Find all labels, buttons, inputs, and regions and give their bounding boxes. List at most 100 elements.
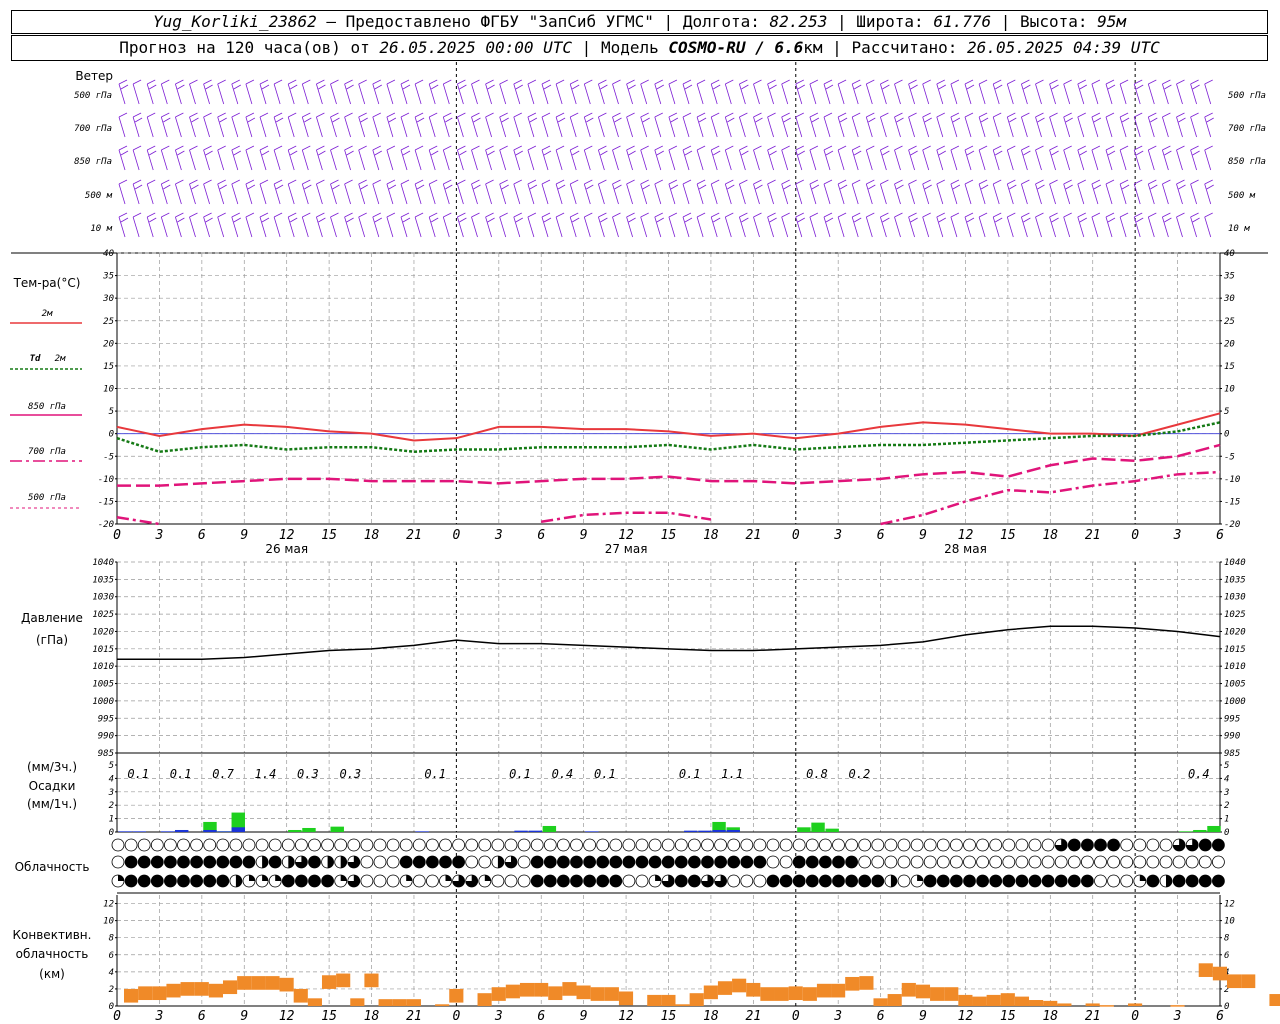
wind-barb-feather [696,145,706,151]
wind-barb-feather [344,112,353,118]
wind-barb [654,183,662,205]
wind-barb [865,216,873,238]
wind-barb-feather [416,117,425,123]
wind-barb-feather [386,212,396,218]
cloud-cover-circle [897,874,911,888]
wind-barb-feather [499,79,508,85]
conv-x-tick: 6 [198,1009,206,1024]
wind-barb [978,216,986,238]
conv-x-tick: 3 [155,1009,164,1024]
wind-barb-feather [471,79,480,85]
wind-barb-feather [950,112,960,118]
wind-barb-feather [1107,150,1116,156]
wind-barb-feather [1204,112,1213,118]
wind-barb-feather [654,79,663,85]
wind-barb-feather [557,117,566,123]
temp-tick-right: 15 [1224,362,1235,372]
wind-barb [541,116,549,138]
cloud-cover-circle [845,874,858,888]
wind-barb-feather [1204,179,1213,185]
wind-barb [400,183,408,205]
wind-barb [908,183,915,205]
cloud-cover-circle [871,874,885,888]
wind-barb-feather [1119,179,1129,185]
cloud-cover-circle [805,855,819,869]
conv-x-tick: 18 [364,1009,380,1024]
wind-barb-feather [612,179,621,185]
wind-barb-feather [1077,112,1086,118]
wind-barb-feather [1148,112,1157,118]
cloud-cover-circle [491,874,505,888]
wind-barb-feather [882,84,890,90]
convective-bar [604,987,619,1001]
wind-barb-feather [795,145,804,151]
cloud-cover-fill [406,875,413,881]
wind-barb-feather [529,184,538,190]
wind-barb-feather [555,179,565,185]
wind-barb-feather [725,179,734,185]
wind-barb-feather [1077,79,1086,85]
wind-barb [781,216,789,238]
cloud-cover-circle [517,838,531,852]
cloud-cover-circle [530,855,544,869]
convective-bar [972,996,987,1006]
wind-barb-feather [487,150,495,156]
wind-barb-feather [471,212,480,218]
precip-3h-total: 1.4 [255,767,277,781]
wind-barb-feather [797,217,805,223]
wind-barb-feather [1007,112,1016,118]
wind-barb-feather [555,145,565,151]
wind-barb [739,183,746,205]
convective-bar [1128,1003,1143,1006]
wind-barb-feather [741,84,749,90]
wind-barb-feather [459,217,467,223]
wind-barb [358,149,366,171]
temp-tick-right: -5 [1224,452,1235,462]
wind-barb-feather [485,179,494,185]
wind-barb-feather [1105,145,1115,151]
convective-bar [124,988,139,1003]
temp-x-tick: 15 [321,528,337,543]
wind-level-label: 10 м [90,224,112,234]
precip-3h-bar [174,829,189,832]
cloud-cover-circle [570,855,583,869]
wind-barb-feather [231,179,240,185]
temp-x-tick: 0 [792,528,800,543]
legend-td-unit: 2м [55,354,66,364]
cloud-cover-circle [871,838,885,852]
wind-barb-feather [642,117,650,123]
wind-barb-feather [118,179,128,185]
wind-barb-feather [1037,117,1045,123]
conv-x-tick: 0 [113,1009,121,1024]
cloud-cover-circle [635,855,649,869]
wind-barb-feather [288,112,297,118]
wind-barb-feather [429,112,438,118]
temp-x-tick: 12 [279,528,295,543]
wind-barb-feather [1091,145,1101,151]
wind-barb [1204,149,1212,171]
wind-barb-feather [513,145,522,151]
cloud-cover-circle [779,855,793,869]
wind-barb-feather [1035,212,1044,218]
wind-barb [189,216,196,238]
wind-barb [612,216,619,238]
wind-barb [301,149,309,171]
wind-barb-feather [529,117,538,123]
wind-barb-feather [1119,145,1129,151]
conv-x-tick: 18 [703,1009,719,1024]
temp-x-tick: 0 [1131,528,1139,543]
wind-barb-feather [711,212,720,218]
wind-barb-feather [358,179,367,185]
wind-barb [598,183,605,205]
wind-barb-feather [400,79,410,85]
wind-barb [950,216,958,238]
cloud-cover-circle [727,855,741,869]
cloud-cover-circle [1002,855,1016,869]
cloud-cover-circle [137,838,151,852]
wind-barb [316,183,323,205]
wind-barb-feather [1190,212,1199,218]
wind-barb-feather [259,79,269,85]
wind-barb-feather [1091,212,1101,218]
cloud-cover-circle [583,838,596,852]
convective-bar [505,984,520,999]
